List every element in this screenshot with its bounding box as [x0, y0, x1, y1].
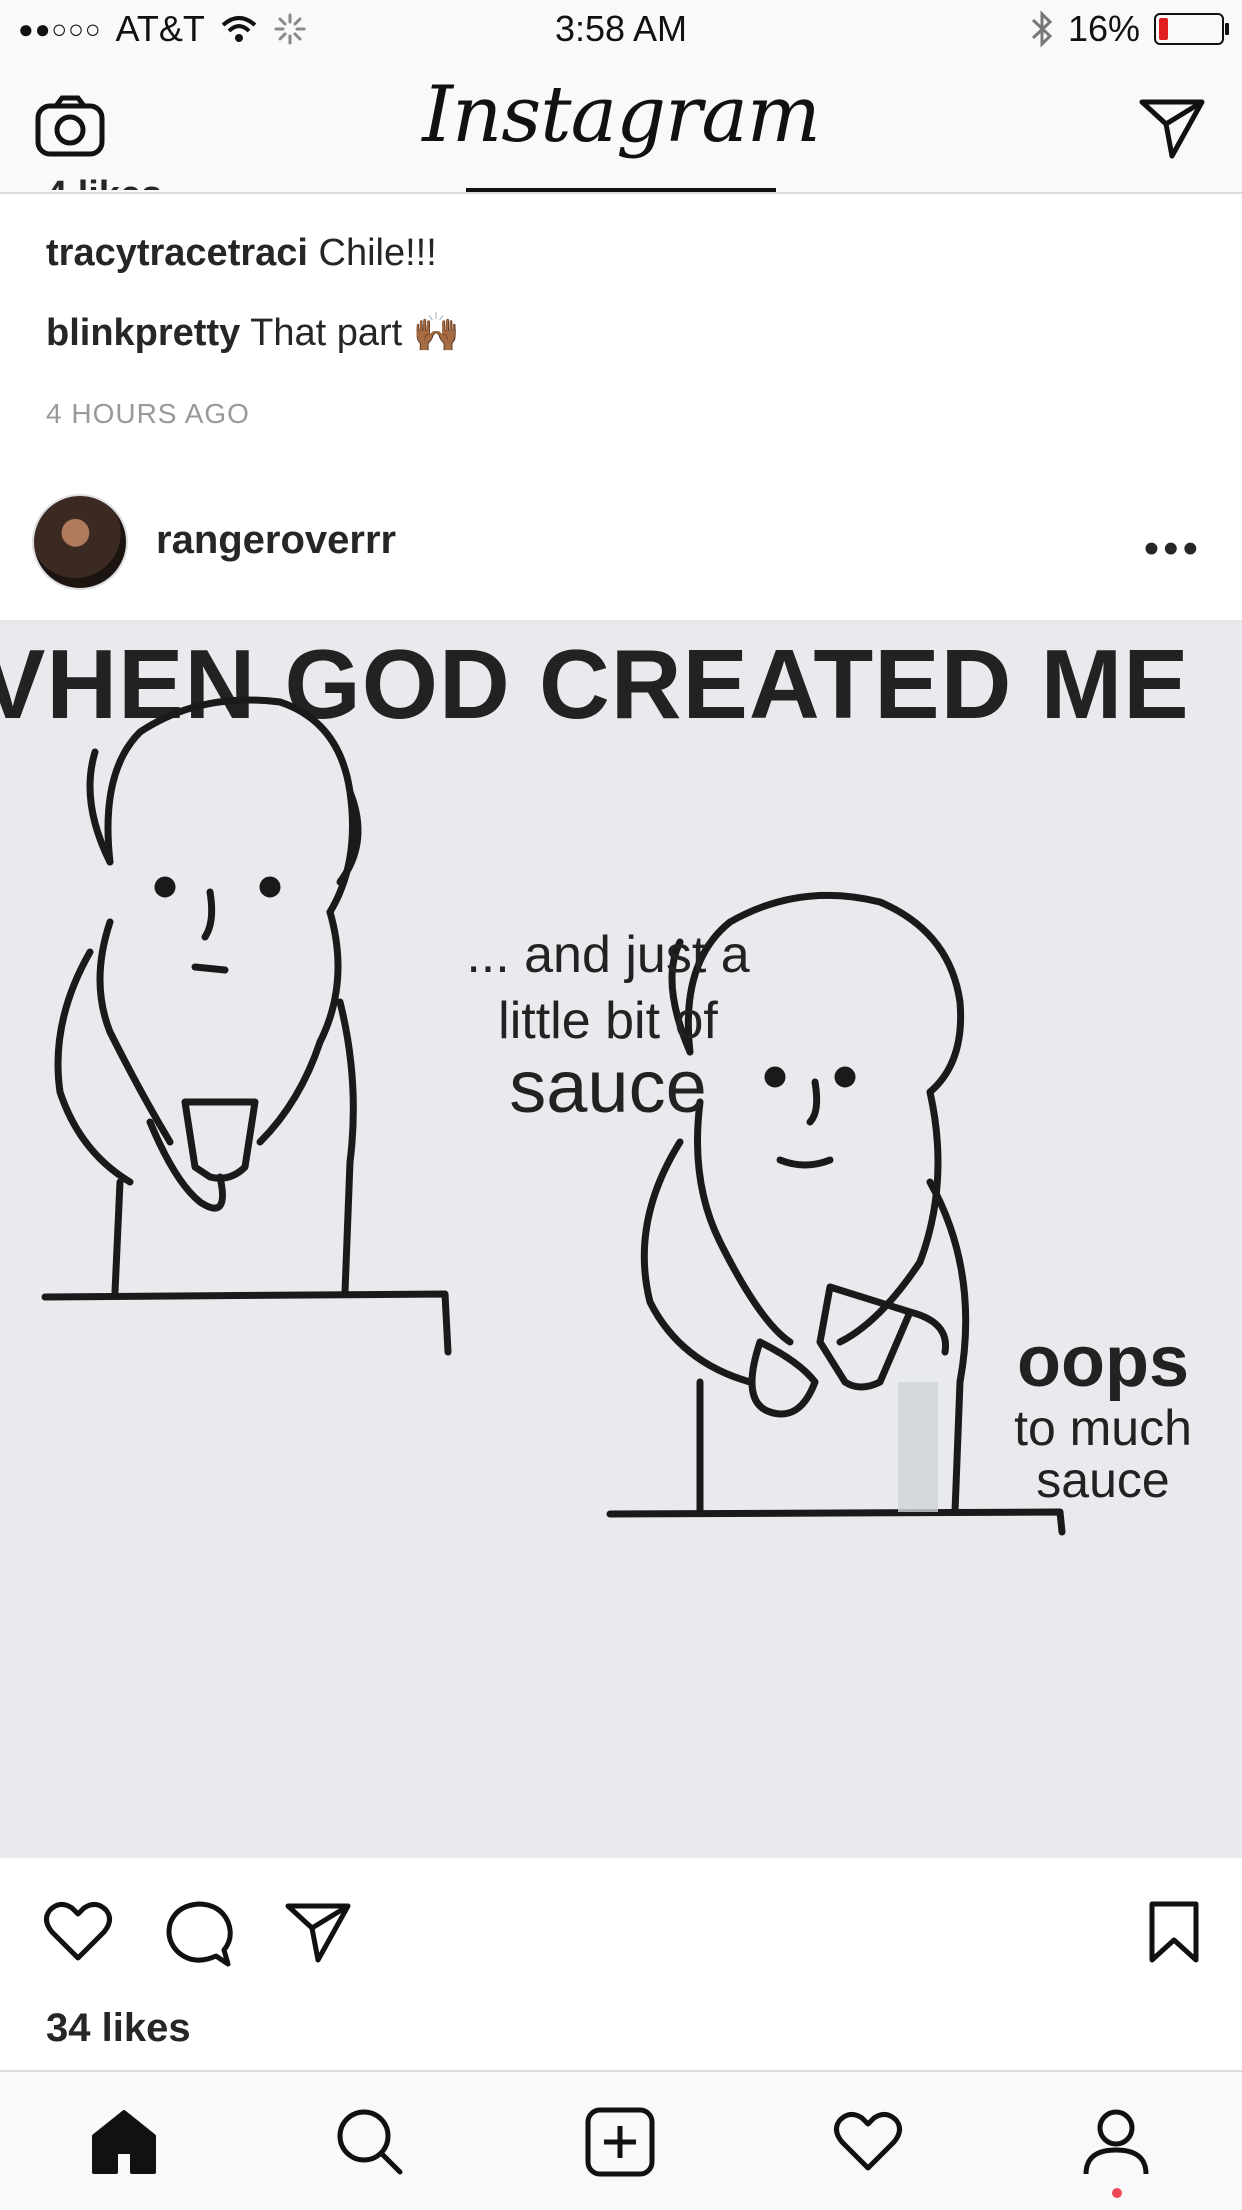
home-icon[interactable] [88, 2106, 160, 2178]
comments-section: tracytracetraci Chile!!! blinkpretty Tha… [46, 190, 1196, 430]
previous-likes-count[interactable]: 4 likes [46, 174, 162, 190]
more-options-button[interactable]: ••• [1144, 524, 1202, 574]
sauce-drips [898, 1382, 938, 1512]
like-heart-icon[interactable] [42, 1900, 114, 1964]
comment-username[interactable]: blinkpretty [46, 312, 240, 354]
add-post-icon[interactable] [584, 2106, 656, 2178]
post-timestamp: 4 HOURS AGO [46, 398, 250, 429]
likes-count[interactable]: 34 likes [46, 2006, 191, 2051]
post-image[interactable]: VHEN GOD CREATED ME ... and just a littl… [0, 622, 1242, 1858]
comment-icon[interactable] [164, 1900, 234, 1968]
status-bar: ●●○○○ AT&T 3:58 AM 16% [0, 0, 1242, 60]
caption-line: oops [1017, 1322, 1189, 1402]
search-icon[interactable] [334, 2106, 406, 2178]
caption-sauce: ... and just a little bit of sauce [428, 922, 788, 1128]
post-username[interactable]: rangeroverrr [156, 518, 396, 563]
profile-icon[interactable] [1080, 2106, 1152, 2178]
comment: blinkpretty That part 🙌🏾 [46, 310, 1196, 390]
notification-dot [1112, 2188, 1122, 2198]
bottom-tab-bar [0, 2070, 1242, 2210]
avatar[interactable] [32, 494, 128, 590]
comment-text: That part 🙌🏾 [250, 312, 461, 354]
post-header: rangeroverrr ••• [0, 480, 1242, 622]
battery-icon [1154, 13, 1229, 45]
caption-line: sauce [509, 1045, 707, 1128]
caption-line: ... and just a [466, 926, 750, 984]
bookmark-icon[interactable] [1148, 1900, 1200, 1964]
caption-line: sauce [1036, 1452, 1170, 1508]
activity-heart-icon[interactable] [832, 2106, 904, 2178]
post-actions [0, 1860, 1242, 2000]
comment: tracytracetraci Chile!!! [46, 230, 1196, 310]
comment-text: Chile!!! [318, 232, 437, 274]
paper-plane-icon[interactable] [1138, 96, 1206, 160]
battery-percent: 16% [1067, 8, 1140, 49]
top-nav-bar: Instagram [0, 60, 1242, 194]
comment-username[interactable]: tracytracetraci [46, 232, 308, 274]
caption-line: to much [1014, 1400, 1192, 1456]
bluetooth-icon [1031, 10, 1053, 48]
caption-oops: oops to much sauce [988, 1322, 1218, 1506]
instagram-logo: Instagram [422, 70, 821, 160]
share-icon[interactable] [284, 1900, 352, 1964]
